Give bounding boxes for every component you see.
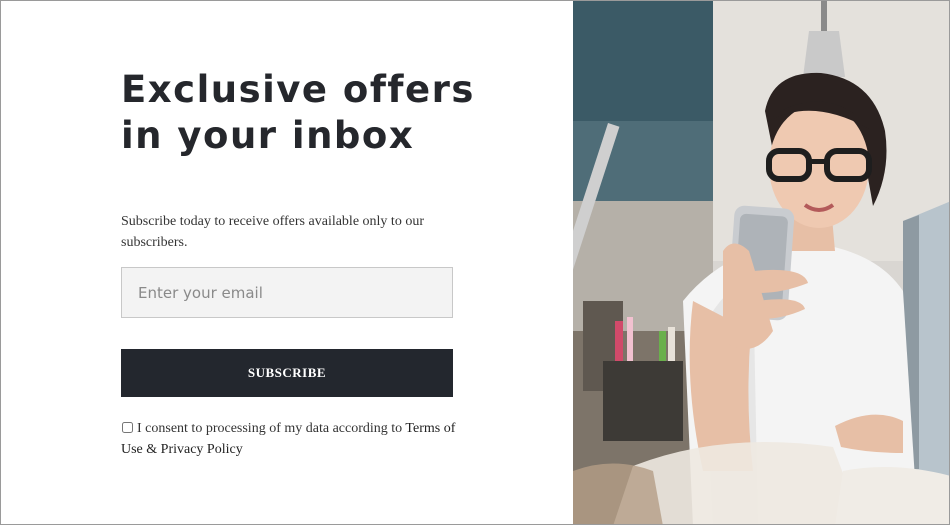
description: Subscribe today to receive offers availa… — [121, 214, 424, 250]
subscribe-button[interactable]: SUBSCRIBE — [121, 349, 453, 397]
newsletter-signup: Exclusive offers in your inbox Subscribe… — [0, 0, 950, 525]
signup-panel: Exclusive offers in your inbox Subscribe… — [1, 1, 573, 524]
headline-line-2: in your inbox — [121, 114, 415, 157]
consent-row: I consent to processing of my data accor… — [121, 418, 456, 460]
consent-checkbox[interactable] — [122, 422, 133, 433]
email-input[interactable] — [121, 267, 453, 318]
headline-line-1: Exclusive offers — [121, 68, 475, 111]
consent-text: I consent to processing of my data accor… — [137, 421, 406, 436]
headline: Exclusive offers in your inbox — [121, 67, 501, 159]
woman-with-phone-photo — [573, 1, 949, 524]
